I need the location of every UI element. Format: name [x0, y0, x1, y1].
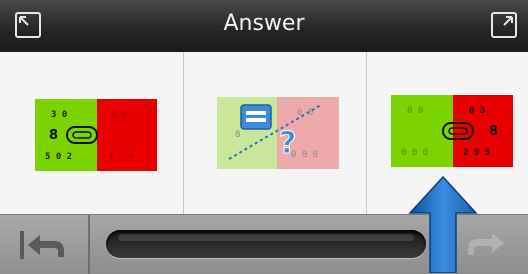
svg-text:0 0: 0 0 — [111, 110, 127, 120]
question-mark-card-icon: 8 0 0 0 0 0 ? — [217, 97, 339, 169]
svg-text:5 0 2: 5 0 2 — [45, 152, 72, 162]
window-title: Answer — [223, 11, 305, 36]
answer-option-2[interactable]: 8 0 0 0 0 0 ? — [184, 52, 366, 214]
green-red-card-icon: 0 0 0 0 0 0 3 2 9 5 8 — [391, 95, 513, 167]
svg-text:?: ? — [279, 126, 296, 161]
svg-text:8: 8 — [49, 128, 58, 143]
svg-text:0 3: 0 3 — [469, 106, 485, 116]
progress-bar — [106, 230, 426, 258]
svg-text:2 9 5: 2 9 5 — [463, 148, 490, 158]
answer-option-1[interactable]: 3 0 5 0 2 0 0 0 0 0 8 — [0, 52, 183, 214]
green-red-card-icon: 3 0 5 0 2 0 0 0 0 0 8 — [35, 99, 157, 171]
blue-up-arrow-icon — [408, 175, 478, 273]
svg-text:0 0 0: 0 0 0 — [401, 148, 428, 158]
expand-corner-icon[interactable] — [490, 11, 518, 39]
svg-text:0 0: 0 0 — [407, 106, 423, 116]
back-arrow-icon — [20, 231, 64, 259]
back-button[interactable] — [0, 215, 90, 274]
title-bar: Answer — [0, 0, 528, 53]
svg-text:8: 8 — [489, 124, 498, 139]
svg-text:8: 8 — [235, 130, 240, 140]
svg-text:0 0: 0 0 — [297, 108, 313, 118]
svg-text:3 0: 3 0 — [51, 110, 67, 120]
svg-text:0 0 0: 0 0 0 — [107, 152, 134, 162]
